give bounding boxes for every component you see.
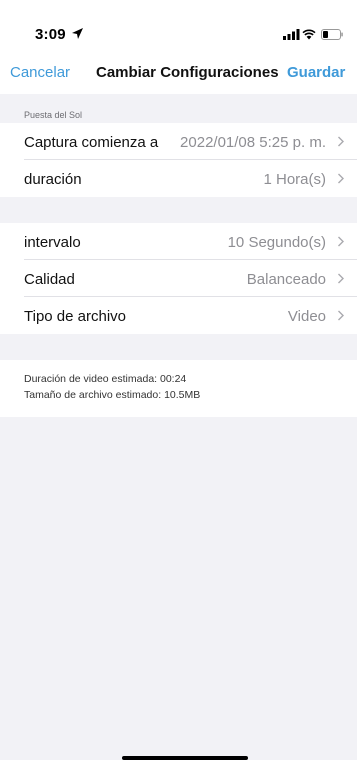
- section-header: Puesta del Sol: [0, 94, 357, 123]
- chevron-right-icon: [338, 310, 344, 321]
- section-gap: [0, 197, 357, 223]
- estimate-info-panel: Duración de video estimada: 00:24 Tamaño…: [0, 360, 357, 417]
- home-indicator[interactable]: [122, 756, 248, 760]
- section-header-label: Puesta del Sol: [24, 110, 83, 120]
- wifi-icon: [302, 29, 316, 40]
- chevron-right-icon: [338, 273, 344, 284]
- row-value: Balanceado: [246, 271, 326, 288]
- status-bar: 3:09: [0, 0, 357, 50]
- navigation-bar: Cancelar Cambiar Configuraciones Guardar: [0, 50, 357, 94]
- settings-row-interval[interactable]: intervalo 10 Segundo(s): [0, 223, 357, 260]
- chevron-right-icon: [338, 173, 344, 184]
- row-label: Captura comienza a: [24, 134, 159, 151]
- estimated-file-size: Tamaño de archivo estimado: 10.5MB: [24, 389, 201, 401]
- save-button[interactable]: Guardar: [287, 64, 345, 81]
- row-value: 2022/01/08 5:25 p. m.: [180, 134, 326, 151]
- row-label: intervalo: [24, 234, 81, 251]
- row-value: 10 Segundo(s): [227, 234, 326, 251]
- settings-row-duration[interactable]: duración 1 Hora(s): [0, 160, 357, 197]
- status-time: 3:09: [35, 26, 66, 43]
- estimated-video-duration: Duración de video estimada: 00:24: [24, 373, 187, 385]
- settings-group-capture: intervalo 10 Segundo(s) Calidad Balancea…: [0, 223, 357, 334]
- battery-icon: [321, 29, 343, 40]
- row-value: Video: [287, 308, 326, 325]
- location-arrow-icon: [72, 28, 83, 39]
- row-label: duración: [24, 171, 82, 188]
- chevron-right-icon: [338, 236, 344, 247]
- cancel-button[interactable]: Cancelar: [10, 64, 70, 81]
- settings-row-capture-start[interactable]: Captura comienza a 2022/01/08 5:25 p. m.: [0, 123, 357, 160]
- settings-row-file-type[interactable]: Tipo de archivo Video: [0, 297, 357, 334]
- page-title: Cambiar Configuraciones: [96, 64, 279, 81]
- settings-group-schedule: Captura comienza a 2022/01/08 5:25 p. m.…: [0, 123, 357, 197]
- row-label: Calidad: [24, 271, 75, 288]
- chevron-right-icon: [338, 136, 344, 147]
- row-value: 1 Hora(s): [263, 171, 326, 188]
- row-label: Tipo de archivo: [24, 308, 126, 325]
- settings-row-quality[interactable]: Calidad Balanceado: [0, 260, 357, 297]
- cellular-signal-icon: [283, 29, 300, 40]
